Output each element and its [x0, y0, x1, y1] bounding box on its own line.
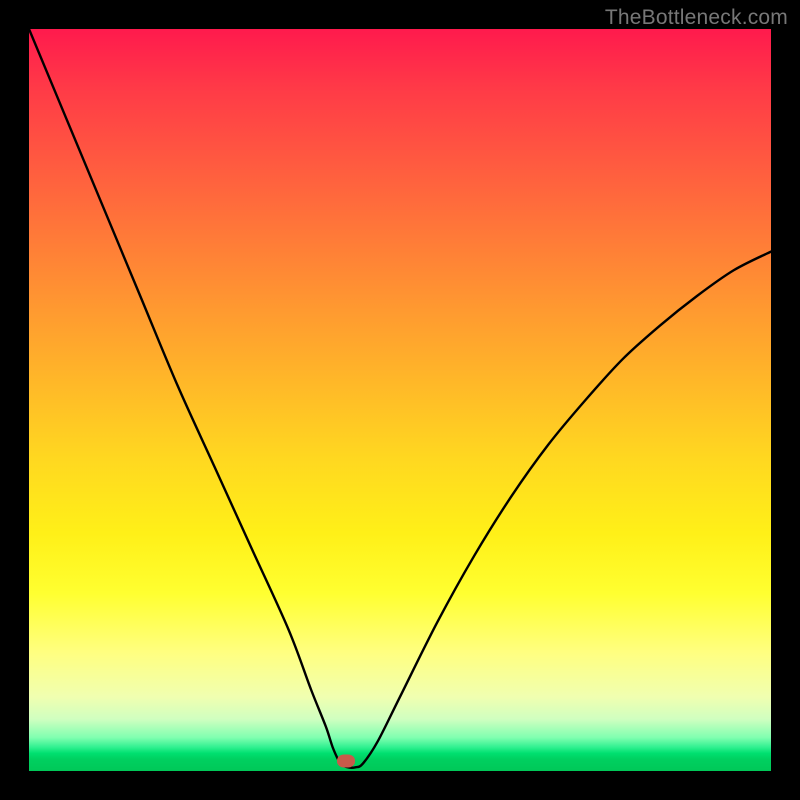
optimal-point-marker	[337, 754, 355, 767]
chart-plot-area	[29, 29, 771, 771]
watermark-text: TheBottleneck.com	[605, 6, 788, 30]
bottleneck-curve	[29, 29, 771, 771]
chart-frame: TheBottleneck.com	[0, 0, 800, 800]
